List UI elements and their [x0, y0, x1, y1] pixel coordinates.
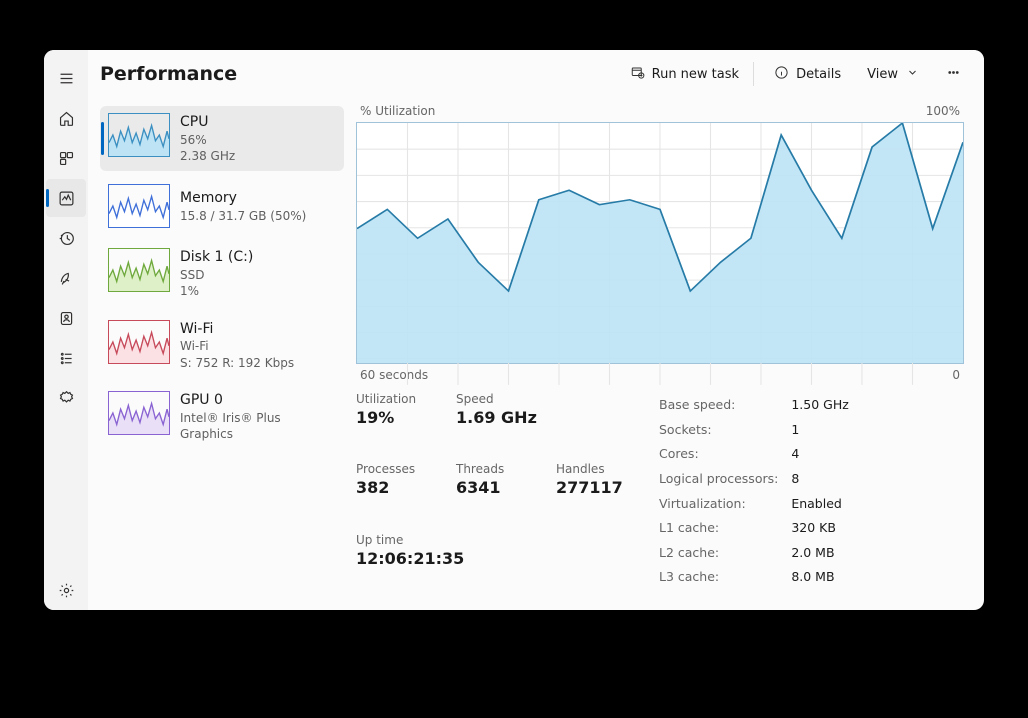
speed-label: Speed [456, 392, 656, 406]
cpu-spec-table: Base speed:1.50 GHz Sockets:1 Cores:4 Lo… [656, 392, 861, 591]
uptime-label: Up time [356, 533, 656, 547]
details-label: Details [796, 67, 841, 82]
logical-label: Logical processors: [658, 468, 788, 491]
mini-chart [108, 320, 170, 364]
view-dropdown[interactable]: View [857, 59, 930, 90]
task-manager-window: Performance Run new task Details View [44, 50, 984, 610]
info-icon [774, 65, 789, 84]
cpu-detail-panel: % Utilization 100% 60 seconds 0 Utilizat… [348, 98, 984, 610]
l2-label: L2 cache: [658, 542, 788, 565]
virt-value: Enabled [790, 493, 858, 516]
perf-card-sub2: 2.38 GHz [180, 148, 235, 164]
chart-ylabel: % Utilization [360, 104, 435, 118]
nav-startup[interactable] [46, 259, 86, 297]
perf-sidebar: CPU56%2.38 GHz Memory15.8 / 31.7 GB (50%)… [88, 98, 348, 610]
view-label: View [867, 67, 898, 82]
utilization-value: 19% [356, 408, 456, 427]
l3-value: 8.0 MB [790, 566, 858, 589]
cpu-utilization-chart [356, 122, 964, 364]
more-icon [946, 65, 961, 84]
cores-value: 4 [790, 443, 858, 466]
handles-label: Handles [556, 462, 656, 476]
base-speed-value: 1.50 GHz [790, 394, 858, 417]
nav-home[interactable] [46, 99, 86, 137]
processes-value: 382 [356, 478, 456, 497]
l3-label: L3 cache: [658, 566, 788, 589]
uptime-value: 12:06:21:35 [356, 549, 656, 568]
run-new-task-button[interactable]: Run new task [620, 59, 749, 90]
details-button[interactable]: Details [764, 59, 851, 90]
run-task-icon [630, 65, 645, 84]
more-button[interactable] [936, 59, 970, 90]
utilization-label: Utilization [356, 392, 456, 406]
header-divider [753, 62, 754, 86]
nav-settings[interactable] [46, 571, 86, 609]
nav-rail [44, 50, 88, 610]
handles-value: 277117 [556, 478, 656, 497]
perf-card-sub1: Intel® Iris® Plus [180, 410, 281, 426]
perf-card-sub1: SSD [180, 267, 253, 283]
perf-card-sub1: 15.8 / 31.7 GB (50%) [180, 208, 306, 224]
perf-card-sub2: 1% [180, 283, 253, 299]
perf-card-wi-fi[interactable]: Wi-FiWi-FiS: 752 R: 192 Kbps [100, 313, 344, 378]
page-title: Performance [100, 63, 237, 85]
mini-chart [108, 184, 170, 228]
perf-card-cpu[interactable]: CPU56%2.38 GHz [100, 106, 344, 171]
perf-card-memory[interactable]: Memory15.8 / 31.7 GB (50%) [100, 177, 344, 235]
run-new-task-label: Run new task [652, 67, 739, 82]
nav-app-history[interactable] [46, 219, 86, 257]
header-bar: Performance Run new task Details View [88, 50, 984, 98]
perf-card-sub1: Wi-Fi [180, 338, 294, 354]
logical-value: 8 [790, 468, 858, 491]
l1-value: 320 KB [790, 517, 858, 540]
base-speed-label: Base speed: [658, 394, 788, 417]
perf-card-sub2: S: 752 R: 192 Kbps [180, 355, 294, 371]
perf-card-disk-1-c-[interactable]: Disk 1 (C:)SSD1% [100, 241, 344, 306]
virt-label: Virtualization: [658, 493, 788, 516]
speed-value: 1.69 GHz [456, 408, 656, 427]
perf-card-sub1: 56% [180, 132, 235, 148]
menu-button[interactable] [46, 59, 86, 97]
perf-card-title: CPU [180, 113, 235, 132]
perf-card-title: Disk 1 (C:) [180, 248, 253, 267]
threads-value: 6341 [456, 478, 556, 497]
mini-chart [108, 391, 170, 435]
sockets-label: Sockets: [658, 419, 788, 442]
perf-card-title: GPU 0 [180, 391, 281, 410]
processes-label: Processes [356, 462, 456, 476]
mini-chart [108, 113, 170, 157]
cores-label: Cores: [658, 443, 788, 466]
threads-label: Threads [456, 462, 556, 476]
perf-card-title: Memory [180, 189, 306, 208]
chart-ymax: 100% [926, 104, 960, 118]
nav-performance[interactable] [46, 179, 86, 217]
perf-card-gpu-0[interactable]: GPU 0Intel® Iris® PlusGraphics [100, 384, 344, 449]
nav-processes[interactable] [46, 139, 86, 177]
perf-card-sub2: Graphics [180, 426, 281, 442]
l1-label: L1 cache: [658, 517, 788, 540]
cpu-stats: Utilization 19% Speed 1.69 GHz Processes 38… [356, 392, 964, 591]
nav-users[interactable] [46, 299, 86, 337]
nav-services[interactable] [46, 379, 86, 417]
l2-value: 2.0 MB [790, 542, 858, 565]
chevron-down-icon [905, 65, 920, 84]
mini-chart [108, 248, 170, 292]
perf-card-title: Wi-Fi [180, 320, 294, 339]
main-content: Performance Run new task Details View [88, 50, 984, 610]
nav-details[interactable] [46, 339, 86, 377]
sockets-value: 1 [790, 419, 858, 442]
